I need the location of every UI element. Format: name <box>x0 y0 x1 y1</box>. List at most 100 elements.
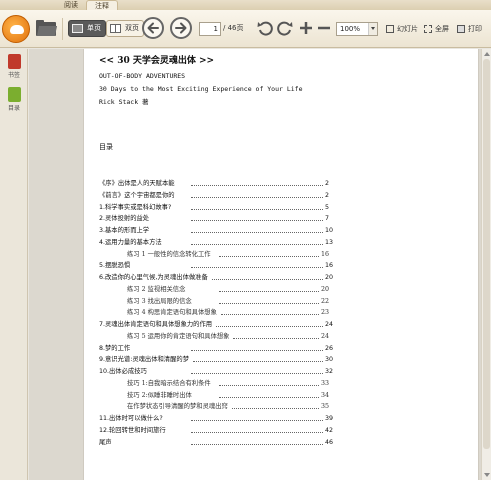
sidebar-item-label: 书签 <box>7 72 20 79</box>
toc-row-label: 尾声 <box>99 438 112 446</box>
toc-row-page: 24 <box>321 332 330 340</box>
toolbar-divider <box>62 18 63 40</box>
toc-row-label: 技巧 2:似睡非睡时出体 <box>127 391 192 399</box>
slideshow-label: 幻灯片 <box>397 25 418 33</box>
scroll-down-icon[interactable] <box>484 473 490 477</box>
toc-row-page: 46 <box>325 438 334 446</box>
scroll-up-icon[interactable] <box>484 52 490 56</box>
toc-row-page: 32 <box>325 368 334 375</box>
toc-row-leader <box>193 361 323 363</box>
toc-heading: 目录 <box>99 143 113 151</box>
chevron-down-icon <box>368 23 377 35</box>
toc-row-page: 42 <box>325 426 334 434</box>
toc-row-label: 6.改造你的心里气候,为灵魂出体做准备 <box>99 274 208 281</box>
author: Rick Stack 著 <box>99 98 149 106</box>
sidebar-item-bookmarks[interactable]: 书签 <box>0 54 28 79</box>
tab-read[interactable]: 阅读 <box>56 0 86 10</box>
open-folder-icon[interactable] <box>36 20 58 36</box>
toc-row-page: 26 <box>325 344 334 352</box>
toc-row-leader <box>231 408 319 410</box>
toc-row-page: 16 <box>325 262 334 270</box>
toc-row-label: 1.科学事实或是科幻故事? <box>99 203 172 211</box>
toc-row-page: 20 <box>321 285 330 293</box>
fullscreen-button[interactable]: 全屏 <box>424 22 449 36</box>
toc-row-page: 20 <box>325 274 334 281</box>
toc-row-page: 13 <box>325 238 334 246</box>
slideshow-button[interactable]: 幻灯片 <box>386 22 418 36</box>
toc-row-label: 技巧 1:自我暗示结合有利条件 <box>127 379 211 387</box>
toc-row-leader <box>219 302 319 304</box>
toc-row-leader <box>219 255 319 257</box>
scrollbar-thumb[interactable] <box>483 59 490 449</box>
toc-row-leader <box>191 443 323 445</box>
toc-row-leader <box>191 373 323 374</box>
next-page-button[interactable] <box>170 17 192 39</box>
print-button[interactable]: 打印 <box>457 22 482 36</box>
toc-row-label: 4.运用力量的基本方法 <box>99 238 162 246</box>
app-logo-icon[interactable] <box>2 15 30 43</box>
toc-row-leader <box>191 349 323 351</box>
vertical-scrollbar[interactable] <box>481 49 491 480</box>
zoom-value: 100% <box>340 25 361 33</box>
toc-row-label: 练习 2 监视相关信念 <box>127 285 186 293</box>
double-page-icon <box>110 24 121 33</box>
toc-row-label: 7.灵魂出体肯定语句和具体想象力的作用 <box>99 321 213 328</box>
sidebar-item-label: 目录 <box>7 105 20 112</box>
toc-row-label: 5.摆脱恐惧 <box>99 262 131 270</box>
toc-row-leader <box>219 384 319 386</box>
double-page-button[interactable]: 双页 <box>106 20 144 37</box>
double-page-label: 双页 <box>125 24 139 32</box>
toc-row-label: 8.梦的工作 <box>99 344 131 352</box>
toc-row-page: 10 <box>325 227 334 234</box>
bookmark-icon <box>7 54 21 69</box>
toc-row-page: 24 <box>325 321 334 328</box>
rotate-right-icon[interactable] <box>277 20 293 36</box>
toc-row-label: 12.轮回转世和时间旅行 <box>99 426 166 434</box>
toc-row-leader <box>191 196 323 198</box>
page-total-label: / 46页 <box>223 24 244 32</box>
toc-row-page: 34 <box>321 391 330 399</box>
toc-row-page: 39 <box>325 415 334 422</box>
zoom-out-icon[interactable] <box>316 20 332 36</box>
rotate-left-icon[interactable] <box>257 20 273 36</box>
toc-row-page: 23 <box>321 309 330 317</box>
toc-row-label: 11.出体时可以做什么? <box>99 415 163 422</box>
toc-row-label: 《前言》这个宇宙都是你的 <box>99 191 175 199</box>
toc-row-label: 3.基本的形而上学 <box>99 227 150 234</box>
zoom-select[interactable]: 100% <box>336 22 378 36</box>
toc-row-label: 10.出体必成技巧 <box>99 368 147 375</box>
single-page-label: 单页 <box>87 24 101 32</box>
toc-row-leader <box>191 185 323 186</box>
previous-page-button[interactable] <box>142 17 164 39</box>
toc-row-leader <box>220 314 319 316</box>
page-number-input[interactable]: 1 <box>199 22 221 36</box>
arrow-left-icon <box>147 22 159 34</box>
english-title: OUT-OF-BODY ADVENTURES <box>99 72 186 80</box>
toc-row-leader <box>233 337 319 339</box>
tab-annotate[interactable]: 注释 <box>86 0 118 10</box>
print-label: 打印 <box>468 25 482 33</box>
sidebar-item-toc[interactable]: 目录 <box>0 87 28 112</box>
toc-row-label: 练习 1 一般性的信念转化工作 <box>127 250 211 258</box>
toc-row-label: 练习 5 运用你的肯定语句和具体想象 <box>127 332 230 340</box>
sidebar: 书签 目录 <box>0 49 28 480</box>
fullscreen-label: 全屏 <box>435 25 449 33</box>
toc-row-label: 在作梦状态引导清醒的梦和灵魂出窍 <box>127 403 228 411</box>
toc-row-label: 练习 3 找出局限的信念 <box>127 297 192 305</box>
toc-row-leader <box>191 420 323 421</box>
toc-row-leader <box>191 243 323 245</box>
toc-row-page: 16 <box>321 250 330 258</box>
single-page-button[interactable]: 单页 <box>68 20 106 37</box>
slideshow-icon <box>386 25 394 33</box>
printer-icon <box>457 25 465 33</box>
toc-icon <box>7 87 21 102</box>
zoom-in-icon[interactable] <box>298 20 314 36</box>
toc-row-page: 35 <box>321 403 330 411</box>
tab-strip: 阅读 注释 <box>0 0 491 10</box>
single-page-icon <box>72 24 83 33</box>
toc-row-leader <box>191 267 323 269</box>
toc-row-label: 9.意识光谱:灵魂出体和清醒的梦 <box>99 356 189 364</box>
toc-row-page: 22 <box>321 297 330 305</box>
arrow-right-icon <box>175 22 187 34</box>
toc-row-leader <box>191 232 323 233</box>
